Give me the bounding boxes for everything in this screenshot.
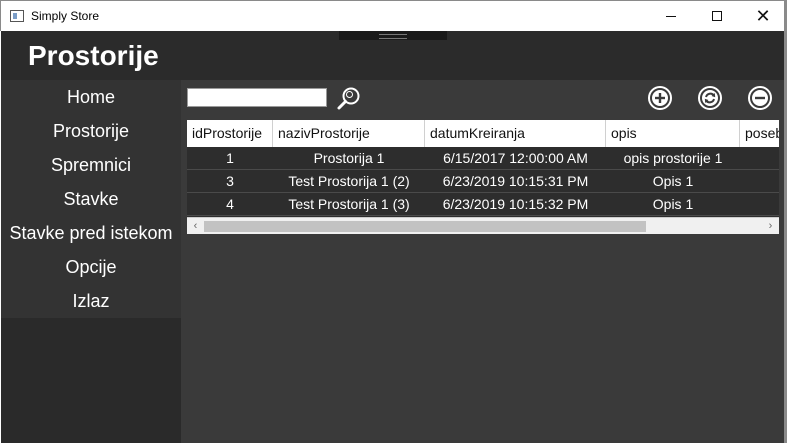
sidebar-item-stavke[interactable]: Stavke [1,182,181,216]
column-header-posebne[interactable]: posebne [740,120,779,147]
app-window: Prostorije Home Prostorije Spremnici Sta… [1,31,786,443]
sidebar-item-prostorije[interactable]: Prostorije [1,114,181,148]
sidebar-item-spremnici[interactable]: Spremnici [1,148,181,182]
column-header-idprostorije[interactable]: idProstorije [187,120,273,147]
table-cell[interactable]: 4 [187,193,273,216]
scroll-left-icon[interactable]: ‹ [187,218,204,234]
page-title: Prostorije [28,40,159,71]
window-title: Simply Store [31,9,100,23]
minimize-icon [666,15,676,17]
table-row[interactable]: 1 Prostorija 1 6/15/2017 12:00:00 AM opi… [187,147,779,170]
table-cell[interactable]: pros [740,147,779,170]
table-cell[interactable]: 6/23/2019 10:15:31 PM [425,170,606,193]
column-header-opis[interactable]: opis [606,120,740,147]
close-icon: ✕ [755,6,771,26]
close-button[interactable]: ✕ [740,1,786,31]
horizontal-scrollbar[interactable]: ‹ › [187,217,779,234]
column-header-datumkreiranja[interactable]: datumKreiranja [425,120,606,147]
data-grid[interactable]: idProstorije nazivProstorije datumKreira… [187,120,779,234]
table-cell[interactable]: Test Prostorija 1 (2) [273,170,425,193]
add-icon[interactable] [647,85,673,111]
resize-grip[interactable] [339,31,447,40]
remove-icon[interactable] [747,85,773,111]
table-cell[interactable]: Opis 1 [606,170,740,193]
table-cell[interactable]: 6/15/2017 12:00:00 AM [425,147,606,170]
grid-header: idProstorije nazivProstorije datumKreira… [187,120,779,147]
sidebar-item-stavke-pred-istekom[interactable]: Stavke pred istekom [1,216,181,250]
table-cell[interactable] [740,193,779,216]
minimize-button[interactable] [648,1,694,31]
scroll-right-icon[interactable]: › [762,218,779,234]
maximize-icon [712,11,722,21]
table-cell[interactable]: Opis 1 [606,193,740,216]
main-content: idProstorije nazivProstorije datumKreira… [181,80,786,443]
column-header-nazivprostorije[interactable]: nazivProstorije [273,120,425,147]
table-row[interactable]: 4 Test Prostorija 1 (3) 6/23/2019 10:15:… [187,193,779,216]
table-cell[interactable]: Test Prostorija 1 (3) [273,193,425,216]
table-cell[interactable]: 1 [187,147,273,170]
sidebar: Home Prostorije Spremnici Stavke Stavke … [1,80,181,443]
page-header: Prostorije [1,31,786,80]
sidebar-nav: Home Prostorije Spremnici Stavke Stavke … [1,80,181,318]
sidebar-item-izlaz[interactable]: Izlaz [1,284,181,318]
refresh-icon[interactable] [697,85,723,111]
sidebar-item-home[interactable]: Home [1,80,181,114]
scrollbar-thumb[interactable] [204,221,646,232]
search-icon[interactable] [336,85,362,111]
table-cell[interactable]: Prostorija 1 [273,147,425,170]
table-cell[interactable]: 3 [187,170,273,193]
maximize-button[interactable] [694,1,740,31]
sidebar-item-opcije[interactable]: Opcije [1,250,181,284]
table-cell[interactable]: 6/23/2019 10:15:32 PM [425,193,606,216]
grid-body: 1 Prostorija 1 6/15/2017 12:00:00 AM opi… [187,147,779,216]
search-input[interactable] [187,88,327,107]
app-icon [10,10,24,22]
table-row[interactable]: 3 Test Prostorija 1 (2) 6/23/2019 10:15:… [187,170,779,193]
table-cell[interactable]: opis prostorije 1 [606,147,740,170]
table-cell[interactable] [740,170,779,193]
window-titlebar: Simply Store ✕ [0,0,787,31]
